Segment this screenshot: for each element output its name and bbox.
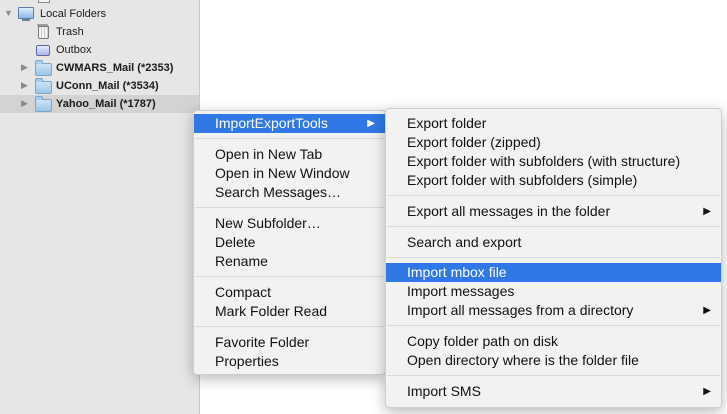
submenu-item-export-subfolders-structure[interactable]: Export folder with subfolders (with stru… (386, 152, 721, 171)
submenu-item-export-folder-zipped[interactable]: Export folder (zipped) (386, 133, 721, 152)
menu-item-label: ImportExportTools (215, 115, 328, 131)
expand-open-icon[interactable]: ▼ (4, 8, 13, 18)
menu-separator (195, 207, 384, 208)
submenu-item-search-and-export[interactable]: Search and export (386, 233, 721, 252)
folder-row-trash[interactable]: Trash (0, 23, 199, 41)
menu-item-label: Rename (215, 253, 268, 269)
menu-item-label: Copy folder path on disk (407, 333, 558, 349)
menu-separator (387, 226, 720, 227)
folder-label: Outbox (56, 44, 92, 56)
folder-icon (35, 96, 52, 112)
menu-separator (387, 195, 720, 196)
menu-item-label: Open in New Tab (215, 146, 323, 162)
folder-row-outbox[interactable]: Outbox (0, 41, 199, 59)
account-icon-partial (38, 0, 50, 3)
menu-item-delete[interactable]: Delete (194, 233, 385, 252)
folder-row-uconn[interactable]: ▶ UConn_Mail (*3534) (0, 77, 199, 95)
menu-item-label: New Subfolder… (215, 215, 321, 231)
submenu-item-copy-folder-path[interactable]: Copy folder path on disk (386, 332, 721, 351)
menu-item-label: Compact (215, 284, 272, 300)
folder-pane: ▼ Local Folders Trash Outbox ▶ CWMARS_Ma… (0, 0, 200, 414)
outbox-icon (36, 45, 50, 56)
folder-row-yahoo[interactable]: ▶ Yahoo_Mail (*1787) (0, 95, 199, 113)
folder-label: UConn_Mail (*3534) (56, 80, 159, 92)
menu-separator (195, 138, 384, 139)
menu-separator (387, 325, 720, 326)
menu-item-properties[interactable]: Properties (194, 352, 385, 371)
menu-item-label: Properties (215, 353, 279, 369)
menu-item-label: Import messages (407, 283, 515, 299)
folder-context-menu: ImportExportTools ▶ Open in New Tab Open… (193, 110, 386, 375)
menu-item-label: Search Messages… (215, 184, 342, 200)
submenu-arrow-icon: ▶ (703, 305, 711, 316)
importexporttools-submenu: Export folder Export folder (zipped) Exp… (385, 108, 722, 408)
menu-item-label: Delete (215, 234, 256, 250)
menu-item-rename[interactable]: Rename (194, 252, 385, 271)
menu-item-new-subfolder[interactable]: New Subfolder… (194, 214, 385, 233)
local-folders-icon (18, 7, 34, 21)
menu-item-label: Search and export (407, 234, 522, 250)
folder-icon (35, 78, 52, 94)
menu-item-label: Import SMS (407, 383, 481, 399)
menu-item-label: Open in New Window (215, 165, 350, 181)
account-label: Local Folders (40, 8, 107, 20)
menu-separator (387, 375, 720, 376)
menu-item-compact[interactable]: Compact (194, 283, 385, 302)
menu-separator (195, 326, 384, 327)
folder-label: CWMARS_Mail (*2353) (56, 62, 174, 74)
expand-closed-icon[interactable]: ▶ (21, 62, 28, 73)
menu-item-label: Import mbox file (407, 264, 507, 280)
menu-item-label: Export folder with subfolders (simple) (407, 172, 638, 188)
submenu-item-export-folder[interactable]: Export folder (386, 114, 721, 133)
submenu-item-import-all-from-directory[interactable]: Import all messages from a directory ▶ (386, 301, 721, 320)
folder-label: Yahoo_Mail (*1787) (56, 98, 156, 110)
menu-item-label: Export folder (407, 115, 487, 131)
menu-item-importexporttools[interactable]: ImportExportTools ▶ (194, 114, 385, 133)
expand-closed-icon[interactable]: ▶ (21, 80, 28, 91)
submenu-arrow-icon: ▶ (703, 206, 711, 217)
folder-row-cwmars[interactable]: ▶ CWMARS_Mail (*2353) (0, 59, 199, 77)
menu-item-label: Open directory where is the folder file (407, 352, 639, 368)
menu-separator (195, 276, 384, 277)
trash-icon (37, 24, 49, 39)
expand-closed-icon[interactable]: ▶ (21, 98, 28, 109)
menu-item-mark-folder-read[interactable]: Mark Folder Read (194, 302, 385, 321)
folder-icon (35, 60, 52, 76)
menu-item-label: Export all messages in the folder (407, 203, 611, 219)
submenu-item-import-sms[interactable]: Import SMS ▶ (386, 382, 721, 401)
submenu-item-export-all-messages[interactable]: Export all messages in the folder ▶ (386, 202, 721, 221)
menu-item-search-messages[interactable]: Search Messages… (194, 183, 385, 202)
account-row-local-folders[interactable]: ▼ Local Folders (0, 5, 199, 23)
menu-item-label: Import all messages from a directory (407, 302, 634, 318)
menu-item-label: Favorite Folder (215, 334, 310, 350)
submenu-item-import-messages[interactable]: Import messages (386, 282, 721, 301)
menu-item-label: Export folder with subfolders (with stru… (407, 153, 681, 169)
menu-separator (387, 257, 720, 258)
submenu-arrow-icon: ▶ (367, 118, 375, 129)
submenu-arrow-icon: ▶ (703, 386, 711, 397)
menu-item-label: Mark Folder Read (215, 303, 328, 319)
folder-label: Trash (56, 26, 84, 38)
submenu-item-export-subfolders-simple[interactable]: Export folder with subfolders (simple) (386, 171, 721, 190)
menu-item-label: Export folder (zipped) (407, 134, 541, 150)
submenu-item-import-mbox-file[interactable]: Import mbox file (386, 263, 721, 282)
menu-item-open-in-new-window[interactable]: Open in New Window (194, 164, 385, 183)
menu-item-favorite-folder[interactable]: Favorite Folder (194, 333, 385, 352)
menu-item-open-in-new-tab[interactable]: Open in New Tab (194, 145, 385, 164)
submenu-item-open-directory[interactable]: Open directory where is the folder file (386, 351, 721, 370)
